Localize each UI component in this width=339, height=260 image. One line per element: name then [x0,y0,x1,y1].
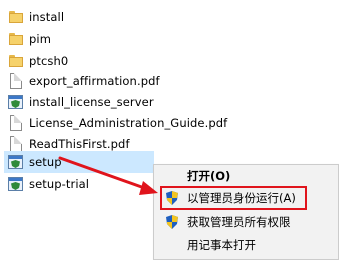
annotation-arrow [58,156,158,195]
